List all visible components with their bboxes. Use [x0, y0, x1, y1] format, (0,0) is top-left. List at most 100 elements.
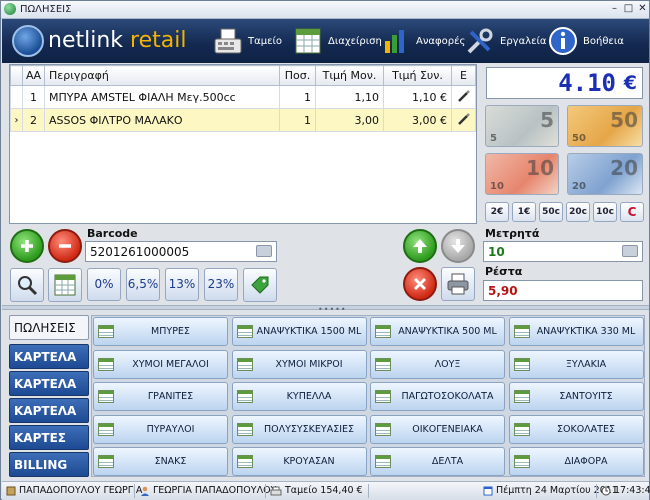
spreadsheet-icon	[513, 357, 530, 371]
spreadsheet-icon	[236, 357, 253, 371]
category-button[interactable]: ΛΟΥΞ	[370, 349, 505, 379]
category-button[interactable]: ΔΕΛΤΑ	[370, 447, 505, 476]
item-list-button[interactable]	[48, 268, 82, 302]
category-button[interactable]: ΔΙΑΦΟΡΑ	[508, 447, 644, 476]
status-company: ΠΑΠΑΔΟΠΟΥΛΟΥ ΓΕΩΡΓΙΑ	[6, 485, 142, 496]
col-description[interactable]: Περιγραφή	[44, 65, 280, 86]
current-time: 17:43:45	[614, 485, 650, 496]
coin-50c-button[interactable]: 50c	[539, 202, 563, 222]
coin-20c-button[interactable]: 20c	[566, 202, 590, 222]
cancel-receipt-button[interactable]	[403, 267, 437, 301]
category-button[interactable]: ΑΝΑΨΥΚΤΙΚΑ 500 ML	[370, 317, 505, 346]
col-aa[interactable]: ΑΑ	[22, 65, 45, 86]
category-button[interactable]: ΟΙΚΟΓΕΝΕΙΑΚΑ	[370, 414, 505, 444]
print-button[interactable]	[441, 267, 475, 301]
user-name: ΓΕΩΡΓΙΑ ΠΑΠΑΔΟΠΟΥΛΟΥ	[153, 485, 277, 496]
category-label: ΣΑΝΤΟΥΙΤΣ	[559, 391, 613, 402]
toolbar-reports[interactable]: Αναφορές	[380, 23, 465, 59]
barcode-input[interactable]: 5201261000005	[85, 241, 277, 262]
tab-cards[interactable]: ΚΑΡΤΕΣ	[9, 425, 89, 450]
panel-splitter[interactable]: •••••	[2, 305, 649, 314]
tab-card-3[interactable]: ΚΑΡΤΕΛΑ 3	[9, 398, 89, 443]
category-button[interactable]: ΞΥΛΑΚΙΑ	[508, 349, 644, 379]
logo-text-4: ail	[160, 28, 187, 53]
table-row[interactable]: › 2 ASSOS ΦΙΛΤΡΟ ΜΑΛΑΚΟ 1 3,00 3,00 €	[10, 108, 476, 132]
clear-cash-button[interactable]: C	[620, 202, 644, 222]
tab-card-2[interactable]: ΚΑΡΤΕΛΑ 2	[9, 371, 89, 416]
price-tag-button[interactable]	[243, 268, 277, 302]
banknote-value-small: 20	[572, 181, 586, 192]
category-button[interactable]: ΜΠΥΡΕΣ	[93, 317, 228, 346]
arrow-up-icon	[413, 239, 427, 253]
toolbar-tools[interactable]: Εργαλεία	[464, 23, 546, 59]
table-row[interactable]: 1 ΜΠΥΡΑ AMSTEL ΦΙΑΛΗ Μεγ.500cc 1 1,10 1,…	[10, 85, 476, 109]
toolbar-management[interactable]: Διαχείριση	[292, 23, 382, 59]
tab-billing[interactable]: BILLING	[9, 452, 89, 477]
vat-23-button[interactable]: 23%	[204, 268, 238, 301]
banknote-50-button[interactable]: 50 50	[567, 105, 643, 147]
category-button[interactable]: ΠΥΡΑΥΛΟΙ	[93, 414, 228, 444]
move-up-button[interactable]	[403, 229, 437, 263]
category-label: ΜΠΥΡΕΣ	[151, 326, 190, 337]
col-unit-price[interactable]: Τιμή Μον.	[315, 65, 384, 86]
vat-6-5-button[interactable]: 6,5%	[126, 268, 160, 301]
category-button[interactable]: ΣΟΚΟΛΑΤΕΣ	[508, 414, 644, 444]
keyboard-icon[interactable]	[622, 245, 638, 257]
edit-pen-icon[interactable]	[451, 108, 476, 132]
vat-13-button[interactable]: 13%	[165, 268, 199, 301]
row-indicator: ›	[10, 108, 23, 132]
register-total: Ταμείο 154,40 €	[285, 485, 363, 496]
category-button[interactable]: ΣΝΑΚΣ	[93, 447, 228, 476]
keyboard-icon[interactable]	[256, 245, 272, 257]
col-edit[interactable]: Ε	[451, 65, 476, 86]
barcode-value: 5201261000005	[90, 245, 190, 259]
add-item-button[interactable]	[10, 229, 44, 263]
category-label: ΧΥΜΟΙ ΜΙΚΡΟΙ	[275, 358, 343, 370]
toolbar-cash-register[interactable]: Ταμείο	[212, 23, 282, 59]
category-button[interactable]: ΠΑΓΩΤΟΣΟΚΟΛΑΤΑ	[370, 382, 505, 411]
category-button[interactable]: ΚΡΟΥΑΣΑΝ	[231, 447, 367, 476]
category-button[interactable]: ΧΥΜΟΙ ΜΕΓΑΛΟΙ	[93, 349, 228, 379]
category-label: ΔΙΑΦΟΡΑ	[564, 456, 608, 467]
category-button[interactable]: ΠΟΛΥΣΥΣΚΕΥΑΣΙΕΣ	[231, 414, 367, 444]
category-button[interactable]: ΣΑΝΤΟΥΙΤΣ	[508, 382, 644, 411]
title-bar: ΠΩΛΗΣΕΙΣ – □ ✕	[1, 1, 649, 19]
calendar-icon	[483, 486, 493, 495]
category-label: ΣΝΑΚΣ	[154, 456, 187, 467]
col-qty[interactable]: Ποσ.	[279, 65, 316, 86]
logo-text-2: link	[84, 28, 124, 53]
remove-item-button[interactable]	[48, 229, 82, 263]
maximize-button[interactable]: □	[622, 3, 635, 16]
app-header: netlink retail Ταμείο Διαχείριση Αναφορέ…	[2, 19, 649, 63]
banknote-10-button[interactable]: 10 10	[485, 153, 559, 195]
cash-input[interactable]: 10	[483, 241, 643, 262]
cell-aa: 1	[22, 85, 45, 109]
category-button[interactable]: ΚΥΠΕΛΛΑ	[231, 382, 367, 411]
tab-card-1[interactable]: ΚΑΡΤΕΛΑ 1	[9, 344, 89, 389]
vat-0-button[interactable]: 0%	[87, 268, 121, 301]
edit-pen-icon[interactable]	[451, 85, 476, 109]
category-label: ΞΥΛΑΚΙΑ	[565, 358, 607, 370]
search-button[interactable]	[10, 268, 44, 302]
category-button[interactable]: ΓΡΑΝΙΤΕΣ	[93, 382, 228, 411]
coin-1-euro-button[interactable]: 1€	[512, 202, 536, 222]
coin-2-euro-button[interactable]: 2€	[485, 202, 509, 222]
category-button[interactable]: ΑΝΑΨΥΚΤΙΚΑ 330 ML	[508, 317, 644, 346]
tab-sales[interactable]: ΠΩΛΗΣΕΙΣ	[9, 315, 89, 340]
banknote-20-button[interactable]: 20 20	[567, 153, 643, 195]
bar-chart-icon	[380, 25, 412, 57]
minimize-button[interactable]: –	[608, 3, 621, 16]
category-label: ΠΟΛΥΣΥΣΚΕΥΑΣΙΕΣ	[263, 423, 355, 435]
move-down-button[interactable]	[441, 229, 475, 263]
category-button[interactable]: ΧΥΜΟΙ ΜΙΚΡΟΙ	[231, 349, 367, 379]
price-tag-icon	[251, 276, 269, 294]
toolbar-help[interactable]: Βοήθεια	[547, 23, 624, 59]
close-button[interactable]: ✕	[636, 3, 649, 16]
category-button[interactable]: ΑΝΑΨΥΚΤΙΚΑ 1500 ML	[231, 317, 367, 346]
coin-10c-button[interactable]: 10c	[593, 202, 617, 222]
banknote-5-button[interactable]: 5 5	[485, 105, 559, 147]
col-total-price[interactable]: Τιμή Συν.	[383, 65, 452, 86]
row-indicator	[10, 85, 23, 109]
spreadsheet-icon	[375, 455, 391, 468]
building-icon	[6, 486, 16, 495]
